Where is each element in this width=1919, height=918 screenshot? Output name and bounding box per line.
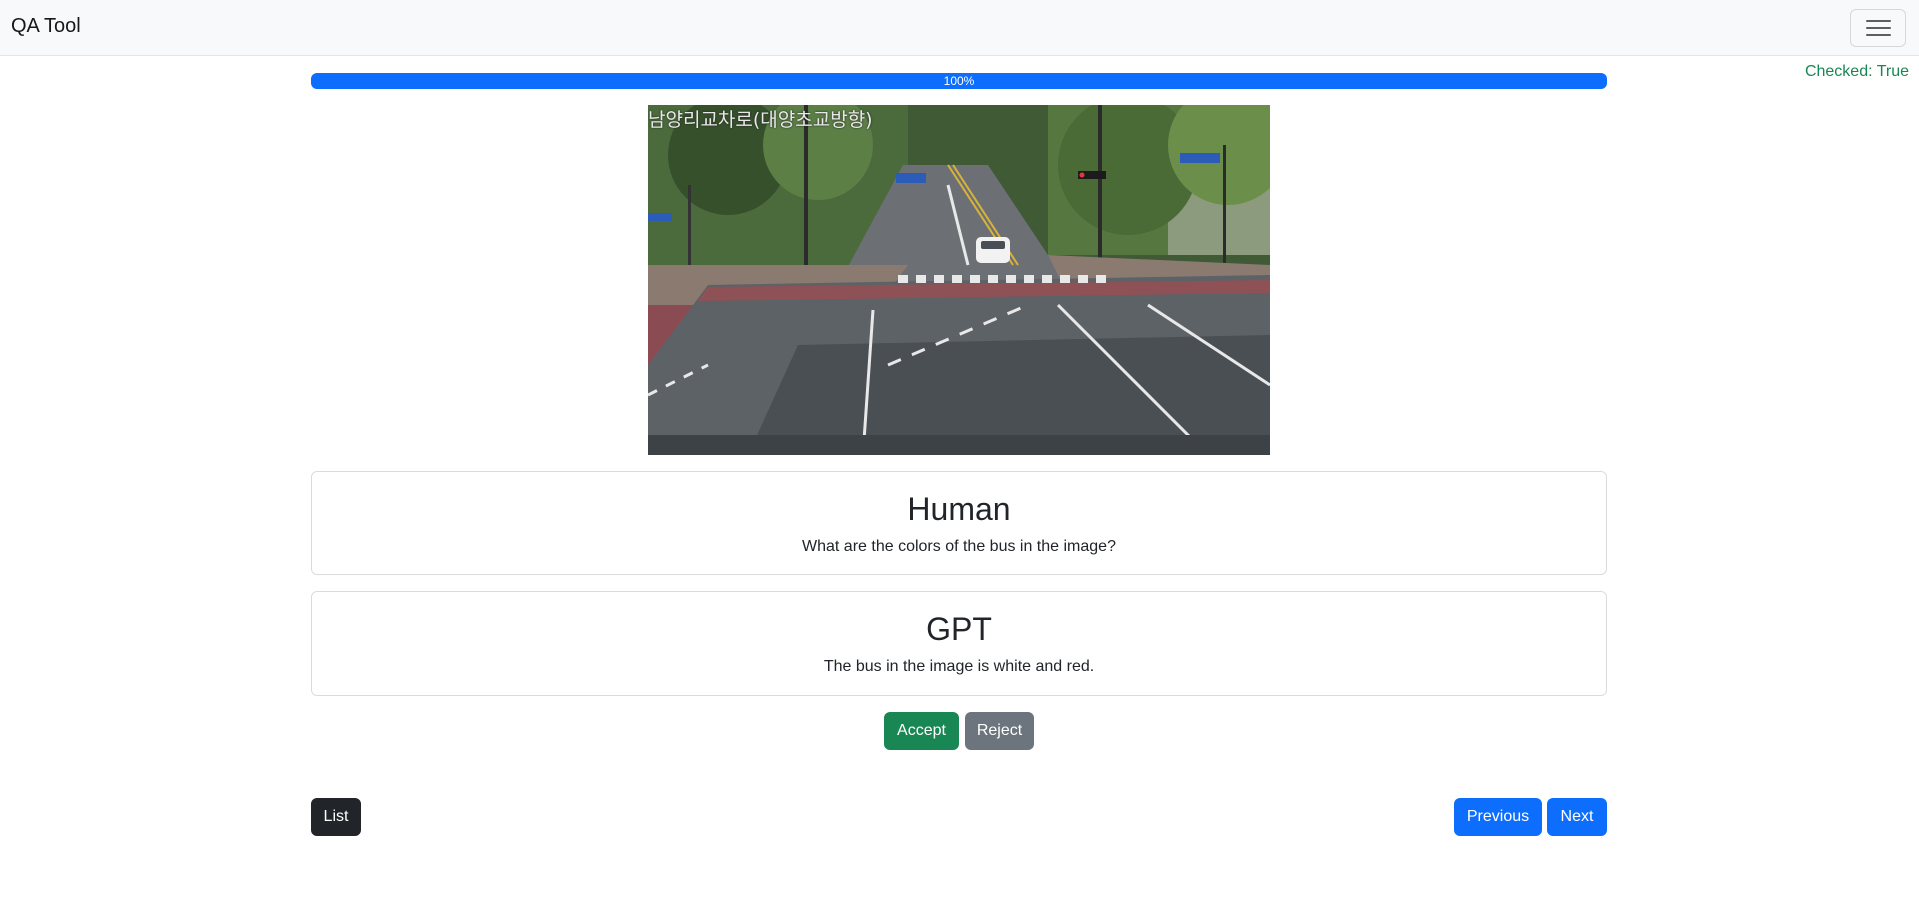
previous-button[interactable]: Previous: [1454, 798, 1542, 836]
traffic-camera-image: 남양리교차로(대양초교방향): [648, 105, 1270, 455]
reject-button[interactable]: Reject: [965, 712, 1034, 750]
camera-caption: 남양리교차로(대양초교방향): [648, 109, 873, 131]
navbar-brand[interactable]: QA Tool: [11, 15, 81, 38]
accept-button[interactable]: Accept: [884, 712, 959, 750]
navbar-toggler-button[interactable]: [1850, 9, 1906, 47]
next-button[interactable]: Next: [1547, 798, 1607, 836]
progress-bar-fill: 100%: [311, 73, 1607, 89]
gpt-card-title: GPT: [926, 611, 992, 647]
list-button[interactable]: List: [311, 798, 361, 836]
gpt-answer-text: The bus in the image is white and red.: [823, 658, 1095, 675]
navbar: QA Tool: [0, 0, 1919, 56]
human-question-text: What are the colors of the bus in the im…: [802, 538, 1116, 555]
gpt-card: GPT The bus in the image is white and re…: [311, 591, 1607, 696]
human-card: Human What are the colors of the bus in …: [311, 471, 1607, 575]
progress-bar-track: 100%: [311, 73, 1607, 89]
intersection-scene: [648, 105, 1270, 455]
human-card-title: Human: [907, 491, 1011, 527]
checked-status: Checked: True: [1804, 63, 1909, 80]
hamburger-menu-icon: [1866, 20, 1891, 37]
